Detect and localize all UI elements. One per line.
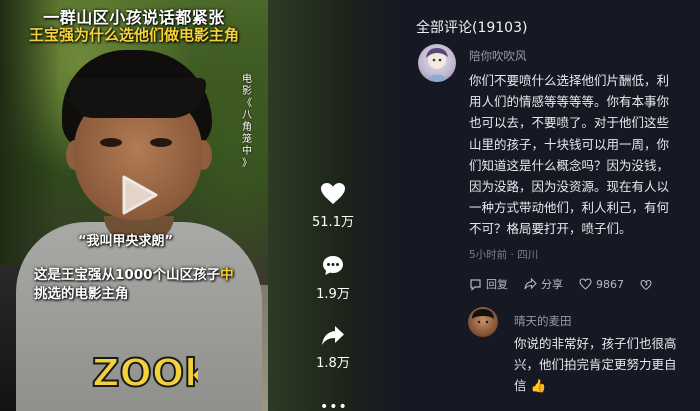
video-player[interactable]: ZOOk 一群山区小孩说话都紧张 王宝强为什么选他们做电影主角 电 影 《 八 … bbox=[0, 0, 268, 411]
shirt-print-text: ZOOk bbox=[92, 351, 198, 395]
kid-eye-right bbox=[150, 138, 172, 147]
more-icon[interactable]: ••• bbox=[320, 399, 348, 411]
kid-fringe bbox=[70, 78, 206, 118]
shirt-print: ZOOk bbox=[91, 350, 198, 396]
comment-username[interactable]: 陪你吹吹风 bbox=[469, 48, 527, 64]
like-count: 51.1万 bbox=[312, 215, 354, 230]
reply-avatar-photo bbox=[472, 309, 494, 324]
comment-like-button[interactable]: 9867 bbox=[579, 278, 624, 291]
comments-header: 全部评论(19103) bbox=[416, 20, 528, 36]
kid-eye-left bbox=[100, 138, 122, 147]
dislike-button[interactable] bbox=[640, 278, 656, 291]
share-button[interactable]: 1.8万 bbox=[268, 325, 398, 371]
share-icon bbox=[322, 326, 344, 345]
share-arrow-icon bbox=[524, 278, 537, 290]
comments-panel: 全部评论(19103) 陪你吹吹风 你们不要喷什么选择他们片酬低，利 用人们的情… bbox=[400, 0, 700, 411]
subtitle-quote: “我叫甲央求朗” bbox=[78, 234, 174, 249]
like-button[interactable]: 51.1万 bbox=[268, 182, 398, 230]
reply-body: 你说的非常好，孩子们也很高 兴，他们拍完肯定更努力更自 信 👍 bbox=[514, 336, 677, 394]
heart-outline-icon bbox=[579, 278, 592, 290]
video-subtitle: 王宝强为什么选他们做电影主角 bbox=[28, 26, 239, 44]
dislike-icon bbox=[640, 279, 652, 290]
comment-like-count: 9867 bbox=[596, 277, 624, 291]
share-count: 1.8万 bbox=[316, 356, 350, 371]
reply-icon bbox=[470, 278, 481, 291]
comment-button[interactable]: 1.9万 bbox=[268, 254, 398, 302]
reply-avatar[interactable] bbox=[468, 307, 498, 337]
action-rail: 51.1万 1.9万 1.8万 ••• bbox=[268, 0, 398, 411]
comment-icon bbox=[323, 256, 343, 275]
play-icon[interactable] bbox=[118, 173, 160, 217]
video-caption: 这是王宝强从1000个山区孩子中 挑选的电影主角 bbox=[34, 267, 234, 302]
avatar[interactable] bbox=[418, 44, 456, 82]
comment-count: 1.9万 bbox=[316, 287, 350, 302]
movie-tag: 电 影 《 八 角 笼 中 》 bbox=[242, 74, 252, 169]
avatar-illustration bbox=[426, 48, 448, 82]
reply-button[interactable]: 回复 bbox=[469, 276, 508, 292]
comment-actions: 回复 分享 9867 bbox=[469, 275, 672, 293]
share-comment-button[interactable]: 分享 bbox=[524, 276, 563, 292]
heart-icon bbox=[321, 183, 345, 204]
comment-meta: 5小时前 · 四川 bbox=[469, 249, 539, 261]
reply-username[interactable]: 晴天的麦田 bbox=[514, 313, 572, 329]
comment-body: 你们不要喷什么选择他们片酬低，利 用人们的情感等等等等。你有本事你 也可以去，不… bbox=[469, 73, 670, 237]
